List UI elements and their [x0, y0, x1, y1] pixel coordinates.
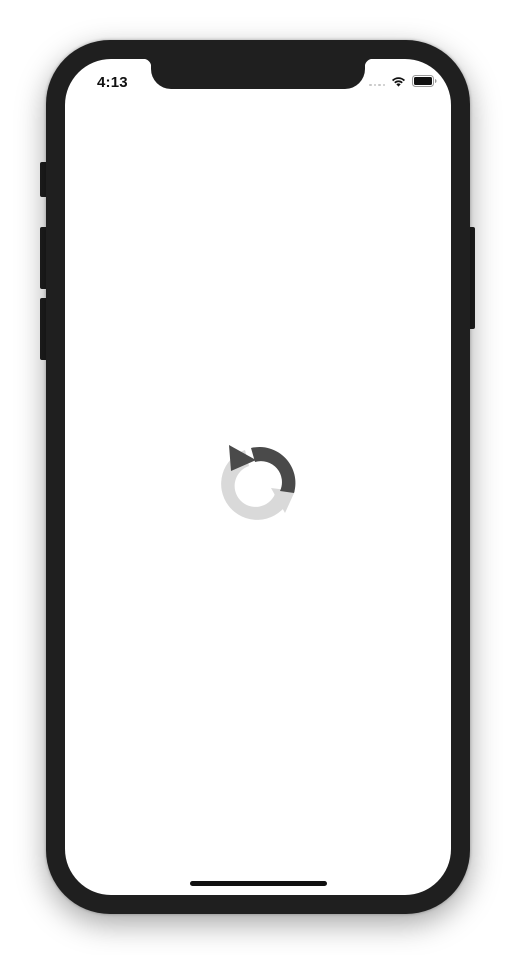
home-indicator[interactable] — [190, 881, 327, 886]
cellular-signal-icon — [369, 76, 385, 86]
wifi-icon — [392, 76, 405, 87]
battery-icon — [412, 75, 437, 87]
status-time: 4:13 — [97, 74, 128, 91]
phone-frame: 4:13 — [46, 40, 470, 914]
status-icons — [369, 74, 437, 88]
device-mockup: 4:13 — [0, 0, 515, 955]
phone-screen: 4:13 — [65, 59, 451, 895]
loading-spinner — [211, 431, 305, 525]
notch — [143, 59, 373, 89]
refresh-loading-icon — [221, 445, 296, 520]
